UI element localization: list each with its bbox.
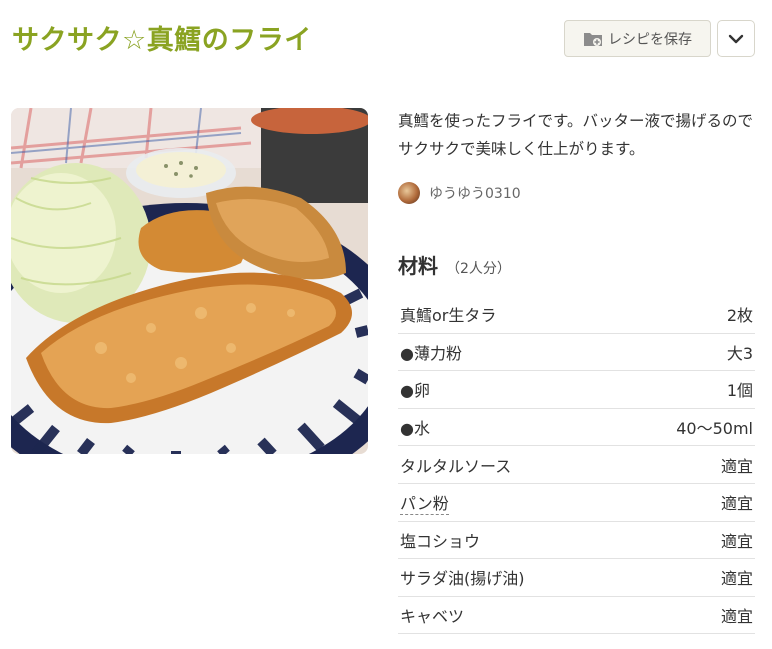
ingredient-row: パン粉 適宜 [398,484,755,522]
save-recipe-button[interactable]: レシピを保存 [564,20,711,57]
ingredient-row: ●薄力粉 大3 [398,334,755,372]
ingredient-quantity: 1個 [726,381,753,401]
ingredients-serving: （2人分） [446,261,511,277]
ingredients-list: 真鱈or生タラ 2枚 ●薄力粉 大3 ●卵 1個 ●水 40～50ml タルタル… [398,296,755,635]
ingredient-name: サラダ油(揚げ油) [400,569,525,589]
ingredient-row: キャベツ 適宜 [398,597,755,635]
ingredient-quantity: 大3 [726,343,753,363]
more-options-button[interactable] [717,20,755,57]
author-avatar [398,182,420,204]
ingredient-name: タルタルソース [400,456,512,476]
recipe-page: サクサク☆真鱈のフライ レシピを保存 真鱈を使ったフライです。バッター液で揚げる… [0,0,772,649]
ingredient-name: ●水 [400,419,430,439]
ingredient-quantity: 適宜 [720,494,753,514]
ingredients-title: 材料 [398,254,438,278]
ingredients-heading: 材料 （2人分） [398,250,511,279]
ingredient-quantity: 適宜 [720,607,753,627]
ingredient-row: ●卵 1個 [398,371,755,409]
ingredient-name: ●卵 [400,381,430,401]
author-link[interactable]: ゆうゆう0310 [398,182,521,204]
ingredient-name-link[interactable]: パン粉 [400,490,449,515]
ingredient-name: ●薄力粉 [400,343,462,363]
ingredient-quantity: 適宜 [720,569,753,589]
ingredient-quantity: 適宜 [720,531,753,551]
fried-fish-image [11,108,368,454]
author-name: ゆうゆう0310 [429,186,521,202]
chevron-down-icon [728,34,744,43]
ingredient-name: 塩コショウ [400,531,481,551]
ingredient-quantity: 適宜 [720,456,753,476]
recipe-title: サクサク☆真鱈のフライ [12,25,312,56]
recipe-description: 真鱈を使ったフライです。バッター液で揚げるのでサクサクで美味しく仕上がります。 [398,112,753,158]
save-button-label: レシピを保存 [608,31,692,48]
folder-plus-icon [584,32,602,46]
ingredient-name: キャベツ [400,607,465,627]
ingredient-row: 塩コショウ 適宜 [398,522,755,560]
ingredient-row: 真鱈or生タラ 2枚 [398,296,755,334]
ingredient-quantity: 2枚 [726,306,753,326]
ingredient-row: タルタルソース 適宜 [398,446,755,484]
recipe-photo [11,108,368,454]
ingredient-row: ●水 40～50ml [398,409,755,447]
ingredient-name: 真鱈or生タラ [400,306,497,326]
ingredient-quantity: 40～50ml [676,419,753,439]
ingredient-row: サラダ油(揚げ油) 適宜 [398,559,755,597]
